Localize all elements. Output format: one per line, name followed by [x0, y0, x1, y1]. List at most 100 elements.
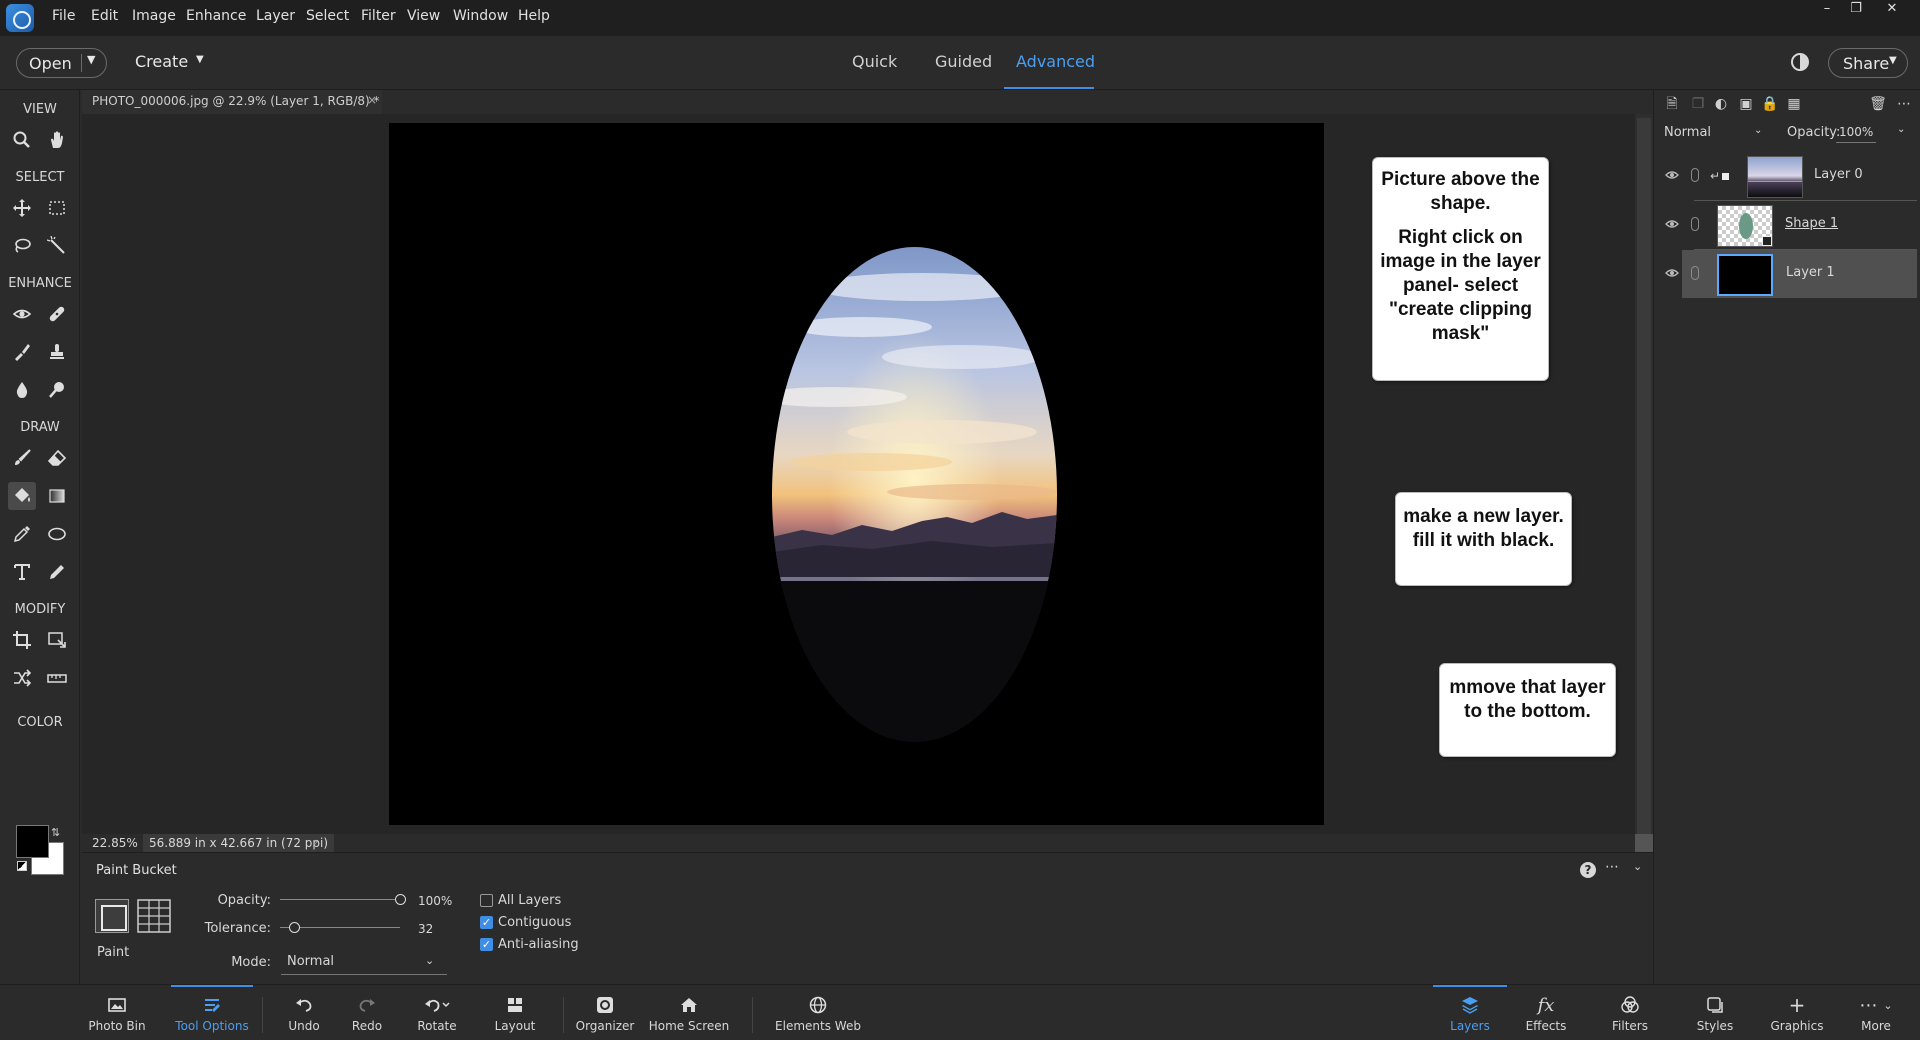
- link-icon[interactable]: [1691, 168, 1699, 182]
- home-screen-button[interactable]: Home Screen: [648, 985, 730, 1040]
- eraser-tool-icon[interactable]: [43, 444, 71, 472]
- lock-icon[interactable]: 🔒: [1760, 94, 1780, 114]
- ellipse-tool-icon[interactable]: [43, 520, 71, 548]
- effects-button[interactable]: fx Effects: [1517, 985, 1575, 1040]
- menu-layer[interactable]: Layer: [256, 8, 295, 24]
- image-canvas[interactable]: [389, 123, 1324, 825]
- menu-window[interactable]: Window: [453, 8, 508, 24]
- tab-guided[interactable]: Guided: [935, 52, 992, 71]
- recompose-tool-icon[interactable]: [43, 626, 71, 654]
- menu-image[interactable]: Image: [132, 8, 176, 24]
- chevron-down-icon[interactable]: ▼: [196, 54, 204, 65]
- close-icon[interactable]: ✕: [1878, 0, 1906, 18]
- new-layer-icon[interactable]: 🗎: [1662, 94, 1682, 114]
- lasso-tool-icon[interactable]: [8, 232, 36, 260]
- magic-wand-icon[interactable]: [43, 232, 71, 260]
- pattern-fill-option[interactable]: [137, 899, 171, 933]
- menu-enhance[interactable]: Enhance: [186, 8, 246, 24]
- photo-bin-button[interactable]: Photo Bin: [84, 985, 150, 1040]
- blend-mode-select[interactable]: Normal ⌄: [1664, 123, 1768, 145]
- tolerance-slider-knob[interactable]: [289, 922, 301, 933]
- chevron-down-icon[interactable]: ⌄: [1633, 860, 1642, 873]
- clone-stamp-icon[interactable]: [43, 338, 71, 366]
- styles-button[interactable]: Styles: [1686, 985, 1744, 1040]
- chevron-down-icon[interactable]: ▼: [87, 53, 95, 66]
- new-group-icon[interactable]: ❐: [1688, 94, 1708, 114]
- tolerance-slider[interactable]: [280, 921, 410, 935]
- document-tab[interactable]: PHOTO_000006.jpg @ 22.9% (Layer 1, RGB/8…: [82, 90, 382, 114]
- graphics-button[interactable]: + Graphics: [1764, 985, 1830, 1040]
- sponge-tool-icon[interactable]: [43, 376, 71, 404]
- menu-help[interactable]: Help: [518, 8, 550, 24]
- hand-tool-icon[interactable]: [43, 126, 71, 154]
- eyedropper-tool-icon[interactable]: [8, 520, 36, 548]
- help-icon[interactable]: ?: [1580, 862, 1596, 878]
- menu-select[interactable]: Select: [306, 8, 349, 24]
- link-icon[interactable]: [1691, 217, 1699, 231]
- vertical-scroll-thumb[interactable]: [1637, 118, 1651, 836]
- move-tool-icon[interactable]: [8, 194, 36, 222]
- document-size-info[interactable]: 56.889 in x 42.667 in (72 ppi): [143, 834, 335, 852]
- filters-button[interactable]: Filters: [1601, 985, 1659, 1040]
- more-options-icon[interactable]: ⋯: [1894, 94, 1914, 114]
- straighten-tool-icon[interactable]: [43, 664, 71, 692]
- pencil-tool-icon[interactable]: [43, 558, 71, 586]
- layer-mask-icon[interactable]: ▣: [1736, 94, 1756, 114]
- close-icon[interactable]: ×: [367, 93, 377, 107]
- gradient-tool-icon[interactable]: [43, 482, 71, 510]
- smart-brush-icon[interactable]: [8, 338, 36, 366]
- menu-file[interactable]: File: [52, 8, 75, 24]
- elements-web-button[interactable]: Elements Web: [774, 985, 862, 1040]
- layer-row-shape-1[interactable]: Shape 1: [1654, 201, 1917, 249]
- layout-button[interactable]: Layout: [490, 985, 540, 1040]
- share-button[interactable]: Share ▼: [1828, 48, 1908, 78]
- zoom-tool-icon[interactable]: [8, 126, 36, 154]
- lock-transparency-icon[interactable]: ▦: [1784, 94, 1804, 114]
- paint-fill-option[interactable]: [95, 899, 129, 933]
- organizer-button[interactable]: Organizer: [572, 985, 638, 1040]
- chevron-right-icon[interactable]: ›: [314, 835, 318, 848]
- healing-brush-icon[interactable]: [43, 300, 71, 328]
- layers-button[interactable]: Layers: [1433, 985, 1507, 1040]
- redo-button[interactable]: Redo: [343, 985, 391, 1040]
- blur-tool-icon[interactable]: [8, 376, 36, 404]
- tab-advanced[interactable]: Advanced: [1016, 52, 1095, 71]
- rotate-button[interactable]: Rotate: [409, 985, 465, 1040]
- layer-row-layer-1[interactable]: Layer 1: [1682, 250, 1917, 298]
- more-options-icon[interactable]: ⋯: [1605, 859, 1619, 875]
- opacity-slider-knob[interactable]: [395, 894, 406, 905]
- create-button[interactable]: Create: [135, 52, 188, 71]
- layer-row-layer-0[interactable]: ↵ Layer 0: [1654, 152, 1917, 200]
- visibility-eye-icon[interactable]: [1665, 266, 1679, 280]
- more-button[interactable]: ⋯ ⌄ More: [1848, 985, 1904, 1040]
- adjustment-layer-icon[interactable]: ◐: [1711, 94, 1731, 114]
- tab-quick[interactable]: Quick: [852, 52, 897, 71]
- link-icon[interactable]: [1691, 266, 1699, 280]
- menu-filter[interactable]: Filter: [361, 8, 396, 24]
- trash-icon[interactable]: 🗑: [1868, 94, 1888, 114]
- opacity-slider[interactable]: [280, 893, 410, 907]
- layer-opacity-field[interactable]: 100%: [1836, 123, 1876, 143]
- anti-aliasing-checkbox[interactable]: ✓: [480, 938, 493, 951]
- contiguous-checkbox[interactable]: ✓: [480, 916, 493, 929]
- all-layers-checkbox[interactable]: [480, 894, 493, 907]
- foreground-color-swatch[interactable]: [16, 825, 49, 858]
- visibility-eye-icon[interactable]: [1665, 168, 1679, 182]
- undo-button[interactable]: Undo: [280, 985, 328, 1040]
- default-colors-icon[interactable]: [17, 861, 27, 871]
- visibility-eye-icon[interactable]: [1665, 217, 1679, 231]
- open-button[interactable]: Open ▼: [16, 48, 107, 78]
- content-aware-move-icon[interactable]: [8, 664, 36, 692]
- red-eye-tool-icon[interactable]: [8, 300, 36, 328]
- mode-select[interactable]: Normal ⌄: [281, 951, 447, 975]
- contrast-icon[interactable]: [1791, 53, 1809, 71]
- marquee-tool-icon[interactable]: [43, 194, 71, 222]
- restore-icon[interactable]: ❐: [1842, 0, 1870, 18]
- crop-tool-icon[interactable]: [8, 626, 36, 654]
- tool-options-button[interactable]: Tool Options: [171, 985, 253, 1040]
- swap-colors-icon[interactable]: ⇅: [51, 826, 60, 839]
- menu-view[interactable]: View: [407, 8, 440, 24]
- chevron-down-icon[interactable]: ⌄: [1897, 124, 1905, 135]
- type-tool-icon[interactable]: [8, 558, 36, 586]
- minimize-icon[interactable]: –: [1813, 0, 1841, 18]
